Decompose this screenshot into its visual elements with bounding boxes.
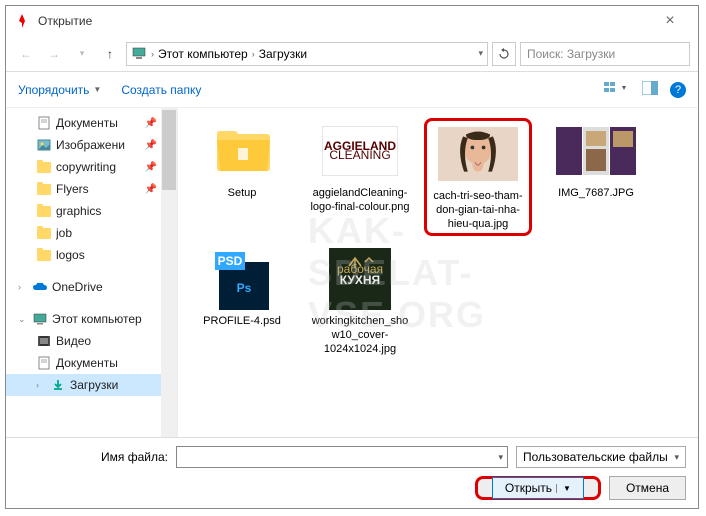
open-button[interactable]: Открыть ▼ <box>492 477 584 499</box>
back-button[interactable]: ← <box>14 42 38 66</box>
bottom-panel: Имя файла: ▾ Пользовательские файлы ▾ От… <box>6 437 698 508</box>
up-button[interactable]: ↑ <box>98 42 122 66</box>
filetype-filter[interactable]: Пользовательские файлы ▾ <box>516 446 686 468</box>
tree-scrollbar[interactable] <box>161 108 177 437</box>
new-folder-button[interactable]: Создать папку <box>121 83 201 97</box>
image-thumb: КУХНЯрабочая <box>329 248 391 310</box>
file-aggieland-logo[interactable]: AGGIELANDCLEANING aggielandCleaning-logo… <box>306 118 414 236</box>
search-input[interactable]: Поиск: Загрузки <box>520 42 690 66</box>
preview-pane-icon[interactable] <box>642 81 658 98</box>
search-placeholder: Поиск: Загрузки <box>527 47 615 61</box>
address-bar[interactable]: › Этот компьютер › Загрузки ▾ <box>126 42 488 66</box>
file-setup-folder[interactable]: Setup <box>188 118 296 236</box>
chevron-down-icon: ▾ <box>498 452 503 463</box>
help-icon[interactable]: ? <box>670 82 686 98</box>
file-open-dialog: Открытие × ← → ▾ ↑ › Этот компьютер › За… <box>5 5 699 509</box>
breadcrumb-downloads[interactable]: Загрузки <box>259 47 307 61</box>
download-icon <box>51 378 65 392</box>
file-img-7687[interactable]: IMG_7687.JPG <box>542 118 650 236</box>
image-thumb <box>438 125 518 183</box>
refresh-icon <box>498 48 510 60</box>
filename-input[interactable]: ▾ <box>176 446 508 468</box>
file-workingkitchen[interactable]: КУХНЯрабочая workingkitchen_show10_cover… <box>306 246 414 358</box>
breadcrumb-thispc[interactable]: Этот компьютер <box>158 47 248 61</box>
chevron-down-icon: ▼ <box>93 85 101 94</box>
tree-downloads[interactable]: ›Загрузки <box>6 374 177 396</box>
tree-documents2[interactable]: Документы <box>6 352 177 374</box>
tree-job[interactable]: job <box>6 222 177 244</box>
chevron-down-icon: ▼ <box>556 484 571 493</box>
chevron-right-icon: › <box>252 49 255 59</box>
forward-button[interactable]: → <box>42 42 66 66</box>
computer-icon <box>33 313 47 325</box>
pin-icon: 📌 <box>145 162 157 173</box>
tree-flyers[interactable]: Flyers📌 <box>6 178 177 200</box>
window-title: Открытие <box>38 14 650 28</box>
chevron-down-icon: ▾ <box>674 452 679 463</box>
tree-copywriting[interactable]: copywriting📌 <box>6 156 177 178</box>
cancel-button[interactable]: Отмена <box>609 476 686 500</box>
close-button[interactable]: × <box>650 12 690 30</box>
svg-text:рабочая: рабочая <box>337 262 383 276</box>
svg-text:Ps: Ps <box>237 281 252 295</box>
tree-documents[interactable]: Документы📌 <box>6 112 177 134</box>
chevron-down-icon: ⌄ <box>18 314 28 325</box>
computer-icon <box>131 46 147 62</box>
history-dropdown[interactable]: ▾ <box>70 42 94 66</box>
chevron-right-icon: › <box>18 282 28 292</box>
svg-text:PSD: PSD <box>218 254 243 268</box>
tree-logos[interactable]: logos <box>6 244 177 266</box>
psd-icon: Ps PSD <box>211 248 273 310</box>
folder-icon <box>212 126 272 176</box>
navigation-bar: ← → ▾ ↑ › Этот компьютер › Загрузки ▾ По… <box>6 36 698 72</box>
image-thumb: AGGIELANDCLEANING <box>322 126 398 176</box>
chevron-right-icon: › <box>36 380 46 390</box>
view-menu-icon[interactable] <box>604 80 630 99</box>
onedrive-icon <box>32 282 48 292</box>
tree-video[interactable]: Видео <box>6 330 177 352</box>
chevron-right-icon: › <box>151 49 154 59</box>
refresh-button[interactable] <box>492 42 516 66</box>
tree-onedrive[interactable]: ›OneDrive <box>6 276 177 298</box>
file-profile-psd[interactable]: PsPSD PROFILE-4.psd <box>188 246 296 358</box>
tree-thispc[interactable]: ⌄Этот компьютер <box>6 308 177 330</box>
image-thumb <box>556 127 636 175</box>
pin-icon: 📌 <box>145 140 157 151</box>
video-icon <box>37 335 51 347</box>
tree-images[interactable]: Изображени📌 <box>6 134 177 156</box>
toolbar: Упорядочить ▼ Создать папку ? <box>6 72 698 108</box>
svg-text:CLEANING: CLEANING <box>329 148 390 162</box>
pin-icon: 📌 <box>145 118 157 129</box>
file-list: KAK-SDELAT-VSE.ORG Setup AGGIELANDCLEANI… <box>178 108 698 437</box>
file-cach-tri-seo[interactable]: cach-tri-seo-tham-don-gian-tai-nha-hieu-… <box>424 118 532 236</box>
organize-menu[interactable]: Упорядочить ▼ <box>18 83 101 97</box>
yandex-icon <box>14 13 30 29</box>
navigation-tree: Документы📌 Изображени📌 copywriting📌 Flye… <box>6 108 178 437</box>
address-dropdown[interactable]: ▾ <box>478 48 483 59</box>
pin-icon: 📌 <box>145 184 157 195</box>
filename-label: Имя файла: <box>18 450 168 464</box>
titlebar: Открытие × <box>6 6 698 36</box>
tree-graphics[interactable]: graphics <box>6 200 177 222</box>
open-button-highlight: Открыть ▼ <box>475 476 601 500</box>
